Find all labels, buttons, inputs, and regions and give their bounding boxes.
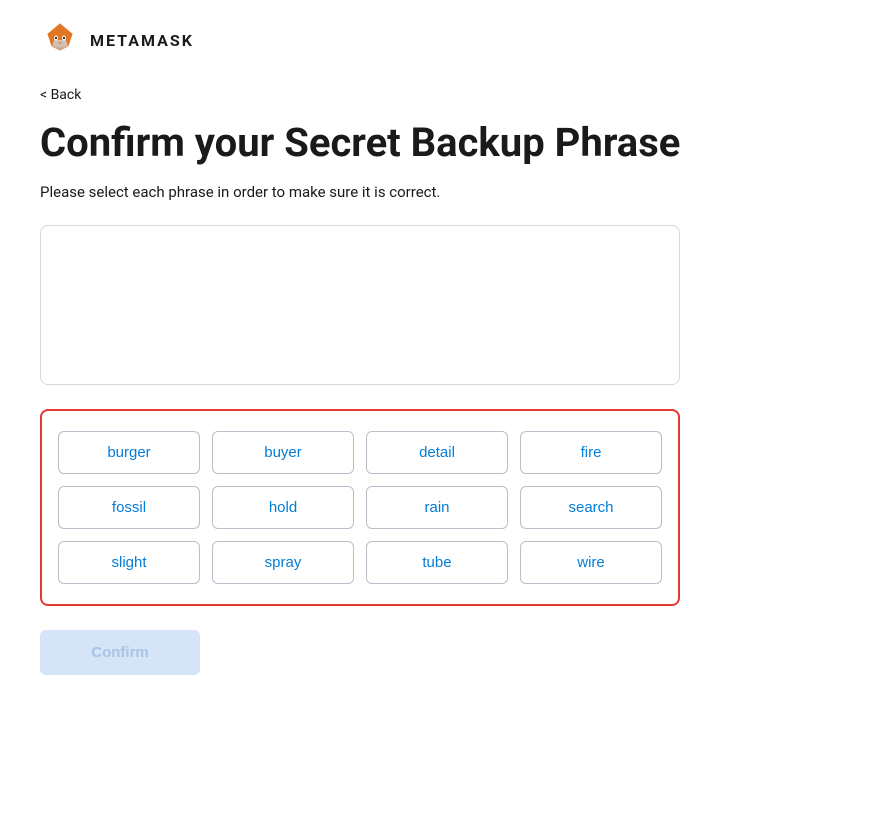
word-button[interactable]: search bbox=[520, 486, 662, 529]
word-selection-area: burger buyer detail fire fossil hold rain searc… bbox=[40, 409, 680, 606]
word-button[interactable]: fire bbox=[520, 431, 662, 474]
selected-phrase-box bbox=[40, 225, 680, 385]
word-button[interactable]: burger bbox=[58, 431, 200, 474]
word-button[interactable]: slight bbox=[58, 541, 200, 584]
back-link[interactable]: < Back bbox=[40, 87, 81, 103]
page-subtitle: Please select each phrase in order to ma… bbox=[40, 183, 833, 201]
app-name-label: METAMASK bbox=[90, 31, 194, 50]
word-button[interactable]: rain bbox=[366, 486, 508, 529]
word-button[interactable]: fossil bbox=[58, 486, 200, 529]
confirm-button[interactable]: Confirm bbox=[40, 630, 200, 675]
word-grid: burger buyer detail fire fossil hold rain searc… bbox=[58, 431, 662, 584]
app-header: METAMASK bbox=[40, 20, 833, 60]
word-button[interactable]: buyer bbox=[212, 431, 354, 474]
word-button[interactable]: spray bbox=[212, 541, 354, 584]
page-title: Confirm your Secret Backup Phrase bbox=[40, 119, 833, 167]
metamask-logo-icon bbox=[40, 20, 80, 60]
word-button[interactable]: tube bbox=[366, 541, 508, 584]
word-button[interactable]: detail bbox=[366, 431, 508, 474]
word-button[interactable]: wire bbox=[520, 541, 662, 584]
word-button[interactable]: hold bbox=[212, 486, 354, 529]
